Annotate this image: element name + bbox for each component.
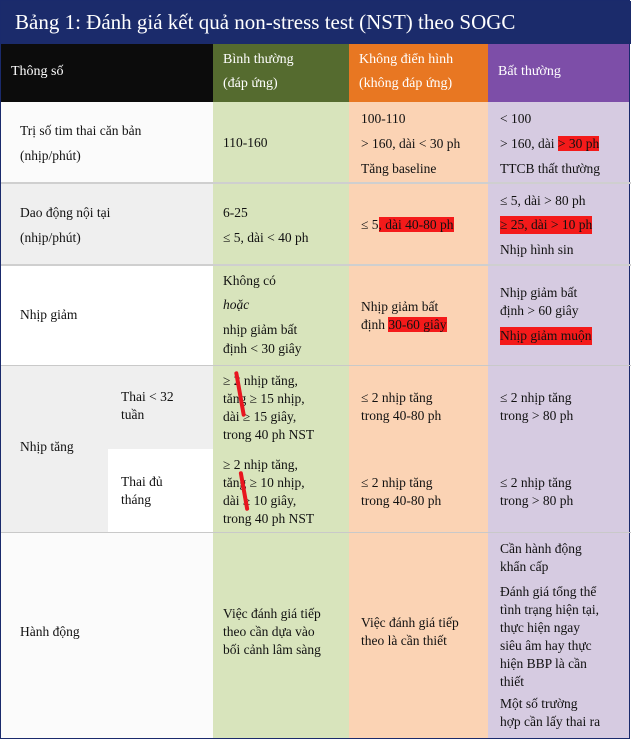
accel-preterm-normal: ≥ 2 nhịp tăng, tăng ≥ 15 nhịp, dài ≥ 15 … [213,365,349,449]
row-variability-label: Dao động nội tại (nhịp/phút) [1,184,213,264]
row-decel-abnormal: Nhịp giảm bất định > 60 giây Nhịp giảm m… [488,266,629,365]
header-param: Thông số [1,44,213,102]
row-variability-atypical: ≤ 5, dài 40-80 ph [349,184,488,264]
row-baseline-abnormal: < 100 > 160, dài > 30 ph TTCB thất thườn… [488,102,629,182]
accel-preterm-abnormal: ≤ 2 nhịp tăng trong > 80 ph [488,365,629,449]
row-action-label: Hành động [1,532,213,738]
accel-preterm-atypical: ≤ 2 nhịp tăng trong 40-80 ph [349,365,488,449]
highlight-mark: , dài 40-80 ph [378,217,454,232]
row-decel-normal: Không có hoặc nhịp giảm bất định < 30 gi… [213,266,349,365]
highlight-mark: 30-60 giây [388,317,447,332]
row-variability-normal: 6-25 ≤ 5, dài < 40 ph [213,184,349,264]
table-frame: Bảng 1: Đánh giá kết quả non-stress test… [0,0,631,739]
accel-term-abnormal: ≤ 2 nhịp tăng trong > 80 ph [488,449,629,532]
row-accel-label: Nhịp tăng [1,365,108,532]
header-normal-sub: (đáp ứng) [223,76,278,91]
header-abnormal: Bất thường [488,44,629,102]
row-decel-label: Nhịp giảm [1,266,213,365]
row-variability-abnormal: ≤ 5, dài > 80 ph ≥ 25, dài > 10 ph Nhịp … [488,184,629,264]
row-divider [1,264,631,266]
header-normal: Bình thường (đáp ứng) [213,44,349,102]
row-divider [1,182,631,184]
accel-term-atypical: ≤ 2 nhịp tăng trong 40-80 ph [349,449,488,532]
header-atypical: Không điển hình (không đáp ứng) [349,44,488,102]
row-action-normal: Việc đánh giá tiếp theo cần dựa vào bối … [213,532,349,738]
header-atypical-label: Không điển hình [359,52,454,67]
row-action-atypical: Việc đánh giá tiếp theo là cần thiết [349,532,488,738]
header-atypical-sub: (không đáp ứng) [359,76,453,91]
row-baseline-atypical: 100-110 > 160, dài < 30 ph Tăng baseline [349,102,488,182]
highlight-mark: Nhịp giảm muộn [500,327,592,346]
accel-sub-preterm: Thai < 32 tuần [108,365,213,449]
highlight-mark: > 30 ph [557,136,600,151]
header-param-label: Thông số [11,64,64,79]
accel-sub-term: Thai đủ tháng [108,449,213,532]
row-divider [1,365,631,366]
row-baseline-normal: 110-160 [213,102,349,182]
row-baseline-label: Trị số tim thai căn bản (nhịp/phút) [1,102,213,182]
row-decel-atypical: Nhịp giảm bất định 30-60 giây [349,266,488,365]
header-abnormal-label: Bất thường [498,64,561,79]
row-action-abnormal: Cần hành động khẩn cấp Đánh giá tổng thể… [488,532,629,738]
row-divider [1,532,631,533]
highlight-mark: ≥ 25, dài > 10 ph [500,216,593,235]
table-title: Bảng 1: Đánh giá kết quả non-stress test… [1,1,631,44]
header-normal-label: Bình thường [223,52,294,67]
accel-term-normal: ≥ 2 nhịp tăng, tăng ≥ 10 nhịp, dài ≥ 10 … [213,449,349,532]
